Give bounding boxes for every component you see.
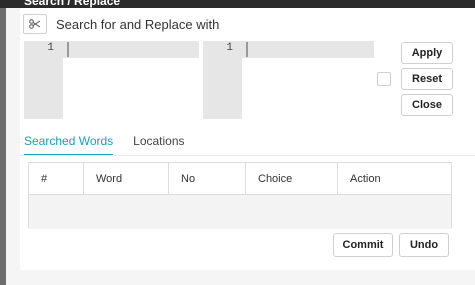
search-editor-caret [67, 42, 69, 57]
panel-title: Search for and Replace with [56, 16, 220, 32]
window-title: Search / Replace [24, 0, 121, 8]
scissors-icon[interactable] [23, 14, 47, 34]
words-table: # Word No Choice Action [28, 162, 452, 229]
replace-editor-caret [246, 42, 248, 57]
close-button[interactable]: Close [401, 94, 453, 116]
apply-button[interactable]: Apply [401, 42, 453, 64]
window-titlebar: Search / Replace [0, 0, 475, 8]
col-word[interactable]: Word [84, 163, 169, 195]
option-checkbox[interactable] [377, 72, 391, 86]
reset-button[interactable]: Reset [401, 68, 453, 90]
col-index[interactable]: # [29, 163, 84, 195]
replace-editor-content[interactable] [242, 58, 374, 119]
tab-searched-words[interactable]: Searched Words [24, 132, 114, 156]
table-body-empty [29, 195, 451, 229]
search-editor-content[interactable] [63, 58, 199, 119]
col-action[interactable]: Action [338, 163, 453, 195]
col-no[interactable]: No [169, 163, 246, 195]
replace-editor[interactable]: 1 [203, 41, 374, 119]
table-header: # Word No Choice Action [29, 163, 451, 195]
tab-locations[interactable]: Locations [133, 132, 184, 156]
undo-button[interactable]: Undo [399, 233, 449, 257]
tab-divider [20, 155, 475, 156]
search-replace-panel: Search for and Replace with 1 1 Apply Re… [20, 8, 475, 270]
replace-editor-line-number: 1 [226, 42, 233, 54]
search-editor[interactable]: 1 [24, 41, 199, 119]
col-choice[interactable]: Choice [246, 163, 338, 195]
tab-bar: Searched Words Locations [24, 132, 205, 156]
search-editor-line-number: 1 [47, 42, 54, 54]
commit-button[interactable]: Commit [333, 233, 393, 257]
scissors-icon-svg [29, 19, 41, 29]
panel-header: Search for and Replace with [23, 14, 219, 34]
window-frame [0, 0, 6, 285]
